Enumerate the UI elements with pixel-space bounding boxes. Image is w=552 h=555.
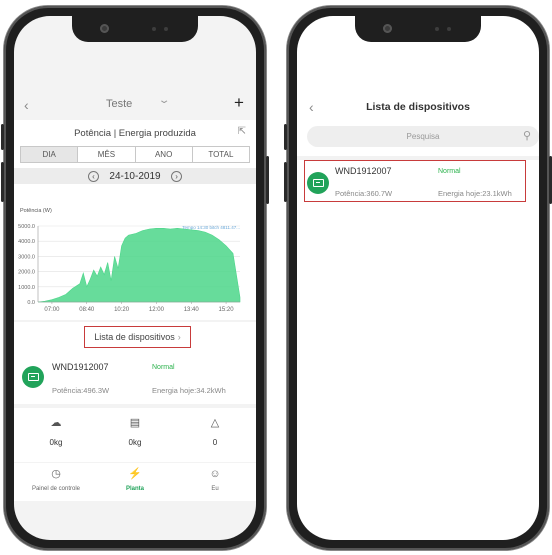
phone-power-button <box>266 156 269 204</box>
bottom-nav: ◷ Painel de controle ⚡ Planta ☺ Eu <box>14 463 256 501</box>
right-screen: ‹ Lista de dispositivos Pesquisa ⚲ WND19… <box>297 16 539 540</box>
x-tick-label: 10:20 <box>114 307 130 313</box>
x-tick-label: 08:40 <box>79 307 95 313</box>
sensor-dot <box>447 27 451 31</box>
left-screen: ‹ Teste ⌄ + Potência | Energia produzida… <box>14 16 256 540</box>
inverter-icon <box>307 172 329 194</box>
stat-co2: ☁ 0kg <box>26 416 86 447</box>
sensor-dot <box>164 27 168 31</box>
search-input[interactable]: Pesquisa ⚲ <box>307 126 539 147</box>
device-energy: Energia hoje:23.1kWh <box>438 189 512 198</box>
tab-ano[interactable]: ANO <box>136 147 193 162</box>
y-tick-label: 1000.0 <box>18 285 35 291</box>
device-power: Potência:496.3W <box>52 386 110 395</box>
device-list-link-label: Lista de dispositivos <box>94 332 175 342</box>
stat-coal-value: 0kg <box>128 438 142 447</box>
tab-mes[interactable]: MÊS <box>78 147 136 162</box>
phone-right: ‹ Lista de dispositivos Pesquisa ⚲ WND19… <box>284 6 552 550</box>
y-tick-label: 2000.0 <box>18 270 35 276</box>
coal-cart-icon: ▤ <box>129 417 141 429</box>
x-tick-label: 12:00 <box>149 307 165 313</box>
section-title: Potência | Energia produzida <box>74 128 196 139</box>
phone-left: ‹ Teste ⌄ + Potência | Energia produzida… <box>1 6 269 550</box>
co2-cloud-icon: ☁ <box>50 417 62 429</box>
power-chart: 5000.0 4000.0 3000.0 2000.0 1000.0 0.0 07:00 08… <box>18 224 241 313</box>
search-placeholder: Pesquisa <box>406 132 440 141</box>
nav-me-label: Eu <box>211 486 219 492</box>
device-energy: Energia hoje:34.2kWh <box>152 386 226 395</box>
notch <box>355 16 481 42</box>
dashboard-gauge-icon: ◷ <box>51 468 61 480</box>
device-status: Normal <box>152 364 175 371</box>
power-area-series <box>37 227 241 303</box>
date-selector: ‹ 24-10-2019 › <box>14 168 256 184</box>
device-status: Normal <box>438 168 461 175</box>
period-tabs: DIA MÊS ANO TOTAL <box>20 146 250 163</box>
page-title: Lista de dispositivos <box>366 101 470 113</box>
device-row[interactable]: WND1912007 Normal Potência:496.3W Energi… <box>14 354 256 404</box>
device-list-link[interactable]: Lista de dispositivos › <box>84 326 191 348</box>
x-tick-label: 15:20 <box>219 307 235 313</box>
user-icon: ☺ <box>209 468 221 480</box>
x-tick-label: 13:40 <box>184 307 200 313</box>
environment-stats: ☁ 0kg ▤ 0kg △ 0 <box>14 408 256 462</box>
nav-plant[interactable]: ⚡ Planta <box>105 467 165 492</box>
tab-total[interactable]: TOTAL <box>193 147 249 162</box>
nav-me[interactable]: ☺ Eu <box>185 467 245 492</box>
inverter-icon <box>22 366 44 388</box>
prev-date-icon[interactable]: ‹ <box>87 171 99 183</box>
nav-dashboard-label: Painel de controle <box>31 486 81 492</box>
device-power: Potência:360.7W <box>335 189 393 198</box>
search-icon[interactable]: ⚲ <box>523 126 531 147</box>
phone-volume-button <box>1 162 4 202</box>
date-label[interactable]: 24-10-2019 <box>109 169 160 185</box>
chart-tooltip: Tempo 14:30 bitch 4811.47... <box>182 225 240 230</box>
device-name: WND1912007 <box>335 166 392 176</box>
stat-trees: △ 0 <box>185 416 245 447</box>
nav-plant-label: Planta <box>125 486 144 492</box>
chart-y-label: Potência (W) <box>20 208 52 214</box>
nav-dashboard[interactable]: ◷ Painel de controle <box>26 467 86 492</box>
y-tick-label: 5000.0 <box>18 224 35 230</box>
plant-icon: ⚡ <box>128 468 142 480</box>
chart-card: Potência | Energia produzida ⇱ DIA MÊS A… <box>14 120 256 320</box>
phone-side-button <box>1 124 4 150</box>
sensor-dot <box>152 27 156 31</box>
notch <box>72 16 198 42</box>
device-row[interactable]: WND1912007 Normal Potência:360.7W Energi… <box>304 160 526 202</box>
chevron-down-icon[interactable]: ⌄ <box>158 95 171 106</box>
phone-volume-button <box>284 162 287 202</box>
plant-title[interactable]: Teste <box>106 98 132 110</box>
add-button[interactable]: + <box>234 93 244 113</box>
tree-icon: △ <box>210 417 220 429</box>
y-tick-label: 0.0 <box>27 300 35 306</box>
x-tick-label: 07:00 <box>44 307 60 313</box>
back-arrow-icon[interactable]: ‹ <box>24 97 29 113</box>
next-date-icon[interactable]: › <box>171 171 183 183</box>
expand-icon[interactable]: ⇱ <box>238 126 246 137</box>
device-name: WND1912007 <box>52 362 109 372</box>
device-list-header: ‹ Lista de dispositivos <box>297 96 539 120</box>
y-tick-label: 4000.0 <box>18 239 35 245</box>
y-tick-label: 3000.0 <box>18 254 35 260</box>
stat-trees-value: 0 <box>212 438 218 447</box>
camera-icon <box>383 24 392 33</box>
device-list-link-row: Lista de dispositivos › <box>14 322 256 356</box>
stat-co2-value: 0kg <box>49 438 63 447</box>
plant-header: ‹ Teste ⌄ + <box>14 92 256 118</box>
sensor-dot <box>435 27 439 31</box>
tab-dia[interactable]: DIA <box>21 147 79 162</box>
phone-side-button <box>284 124 287 150</box>
camera-icon <box>100 24 109 33</box>
chevron-right-icon: › <box>177 332 181 342</box>
stat-coal: ▤ 0kg <box>105 416 165 447</box>
